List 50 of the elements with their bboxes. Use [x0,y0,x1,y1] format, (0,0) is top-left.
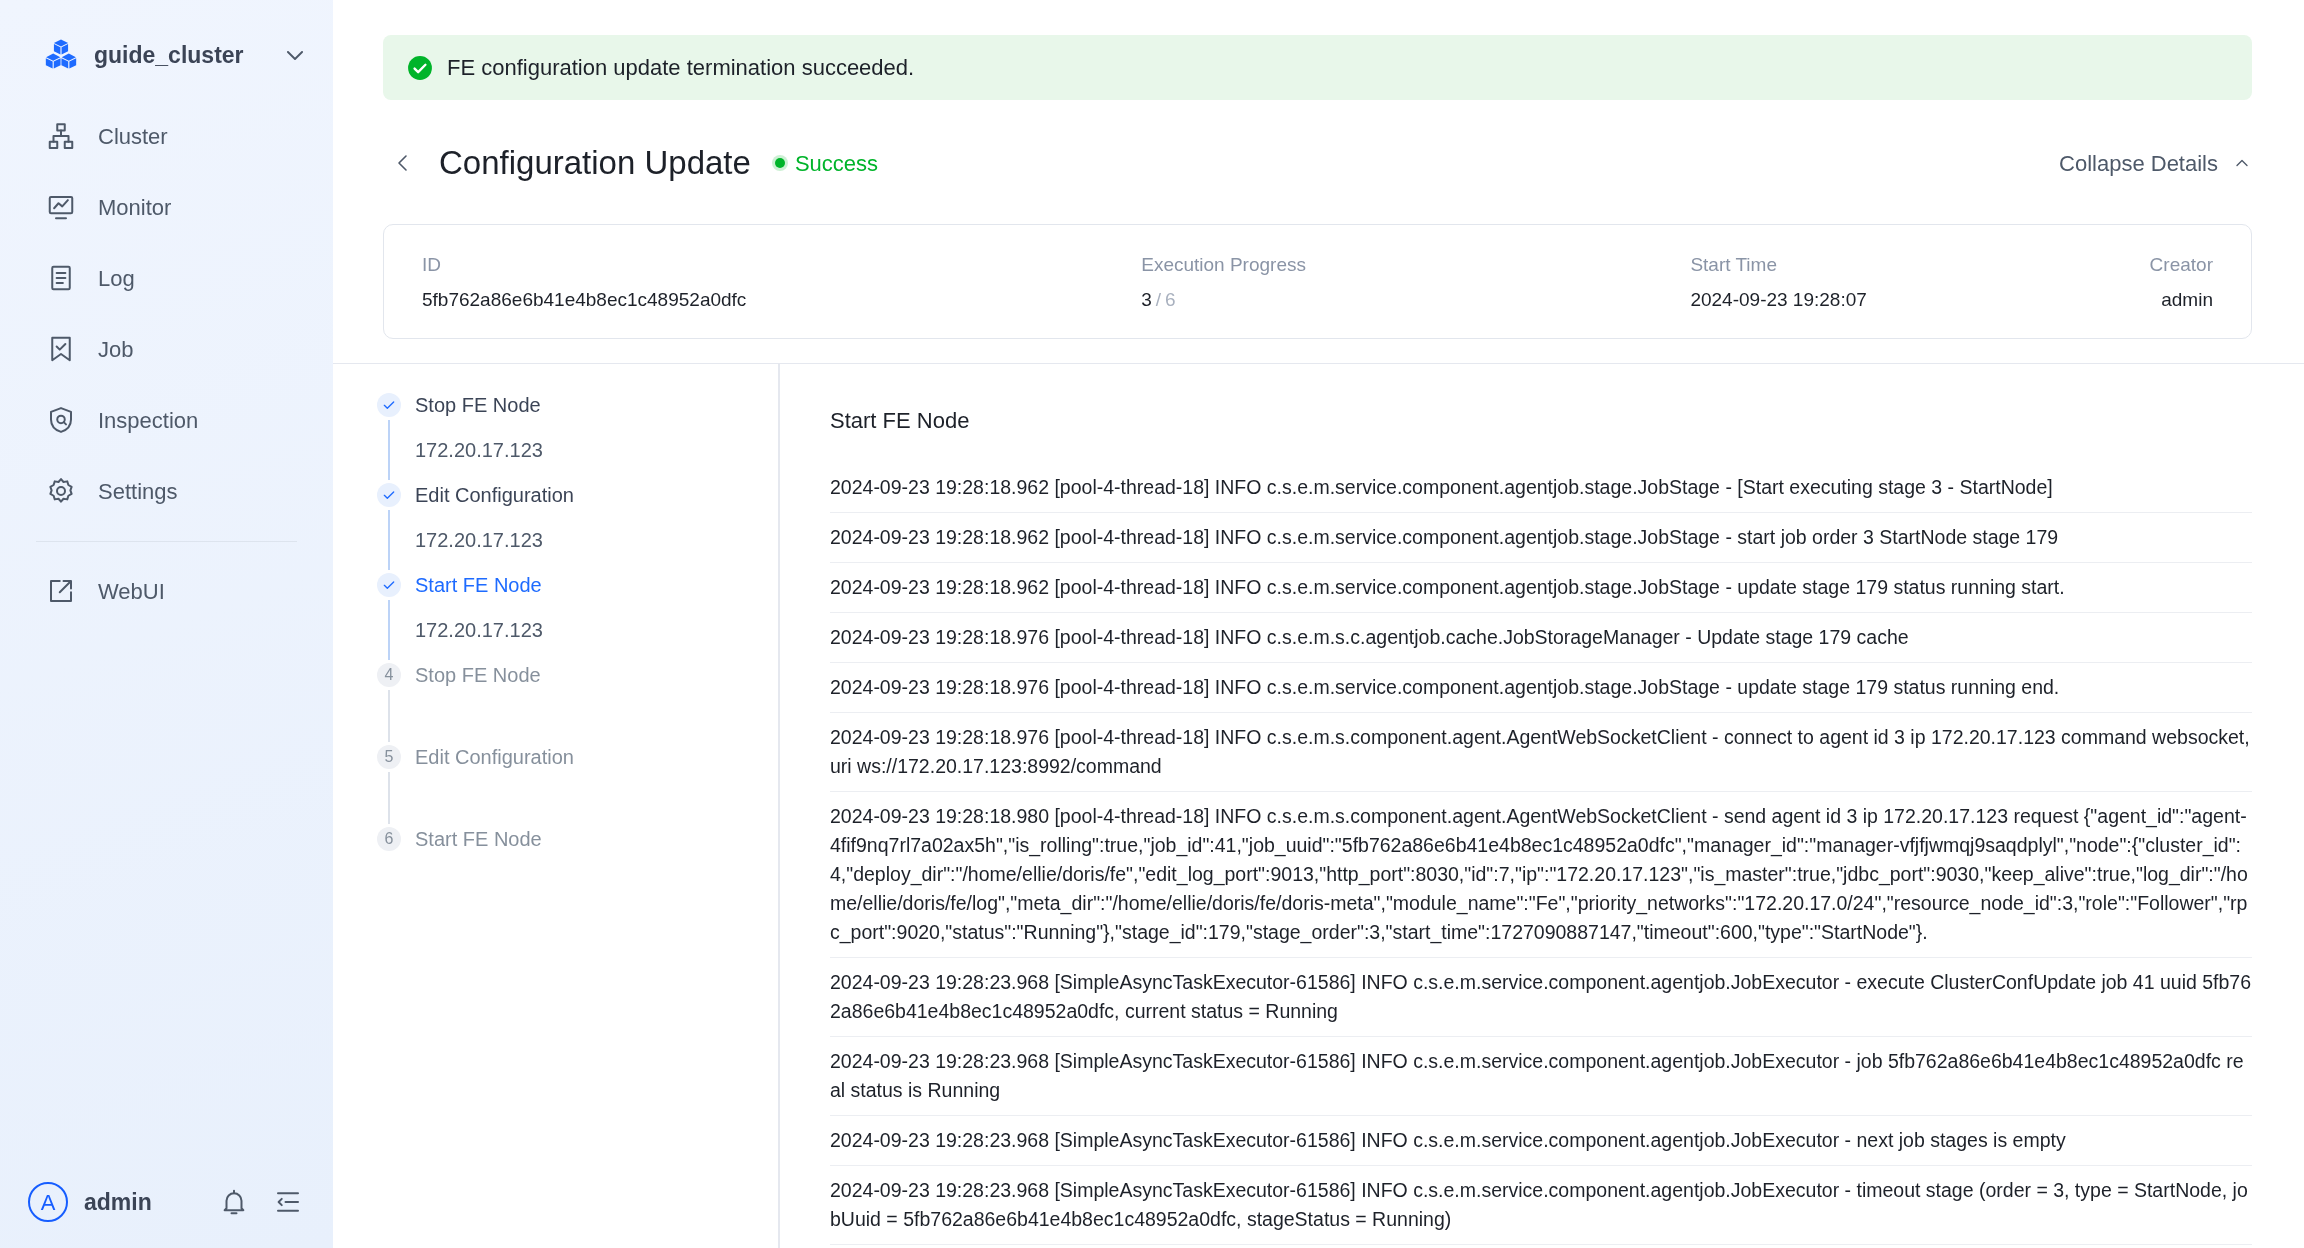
status-dot [774,158,785,168]
log-line: 2024-09-23 19:28:18.976 [pool-4-thread-18] INFO c.s.e.m.s.component.agent.AgentWebSocketClient - connect to agent id 3 ip 172.20.17.123 command websocket, uri ws://172.20.17.123:8992/command [830,713,2252,792]
nav-item[interactable]: WebUI [0,555,333,627]
field-value: 5fb762a86e6b41e4b8ec1c48952a0dfc [422,287,748,312]
host-address: 172.20.17.123 [415,618,544,643]
log-line: 2024-09-23 19:28:18.976 [pool-4-thread-18] INFO c.s.e.m.service.component.agentjob.stage.JobStage - update stage 179 status running end. [830,663,2252,713]
field-label: Creator [2149,253,2213,277]
log-line: 2024-09-23 19:28:23.968 [SimpleAsyncTaskExecutor-61586] INFO c.s.e.m.service.component.agentjob.JobExecutor - execute ClusterConfUpdate job 41 uuid 5fb762a86e6b41e4b8ec1c48952a0dfc, current status = Running [830,958,2252,1037]
step-item[interactable]: Start FE Node [377,570,778,600]
field-value: admin [2160,287,2213,312]
host-address: 172.20.17.123 [415,528,544,553]
nav-item[interactable]: Monitor [0,171,333,243]
page-title: Configuration Update [439,143,751,183]
status-label: Success [794,149,879,178]
cluster-selector[interactable]: guide_cluster [94,38,303,73]
nav-item[interactable]: Settings [0,455,333,527]
log-line: 2024-09-23 19:28:18.962 [pool-4-thread-18] INFO c.s.e.m.service.component.agentjob.stage.JobStage - start job order 3 StartNode stage 179 [830,513,2252,563]
collapse-details-button[interactable]: Collapse Details [2059,146,2252,180]
log-line: 2024-09-23 19:28:23.968 [SimpleAsyncTaskExecutor-61586] INFO c.s.e.m.service.component.agentjob.JobExecutor - job 5fb762a86e6b41e4b8ec1c48952a0dfc real status is Running [830,1037,2252,1116]
step-item[interactable]: 5 Edit Configuration [377,742,778,772]
step-item[interactable]: 6 Start FE Node [377,824,778,854]
log-title: Start FE Node [830,407,971,435]
field-label: Start Time [1690,253,1778,277]
nav-item[interactable]: Log [0,242,333,314]
nav-item[interactable]: Inspection [0,384,333,456]
step-item[interactable]: Stop FE Node [377,390,778,420]
log-line: 2024-09-23 19:28:18.980 [pool-4-thread-18] INFO c.s.e.m.s.component.agent.AgentWebSocketClient - send agent id 3 ip 172.20.17.123 request {"agent_id":"agent-4fif9nq7rl7a02ax5h","is_rolling":true,"job_id":41,"job_uuid":"5fb762a86e6b41e4b8ec1c48952a0dfc","manager_id":"manager-vfjfjwmqj9saqdplyl","node":{"cluster_id":4,"deploy_dir":"/home/ellie/doris/fe","edit_log_port":9013,"http_port":8030,"id":7,"ip":"172.20.17.123","is_master":true,"jdbc_port":9030,"keep_alive":true,"log_dir":"/home/ellie/doris/fe/log","meta_dir":"/home/ellie/doris/fe/doris-meta","module_name":"Fe","priority_networks":"172.20.17.0/24","resource_node_id":3,"role":"Follower","rpc_port":9020,"status":"Running"},"stage_id":179,"stage_order":3,"start_time":1727090887147,"timeout":600,"type":"StartNode"}. [830,792,2252,958]
step-item[interactable]: Edit Configuration [377,480,778,510]
host-address: 172.20.17.123 [415,438,544,463]
nav-item[interactable]: Cluster [0,100,333,172]
network-icon [46,121,76,151]
log-line: 2024-09-23 19:28:18.962 [pool-4-thread-18] INFO c.s.e.m.service.component.agentjob.stage.JobStage - update stage 179 status running start. [830,563,2252,613]
log-line: 2024-09-23 19:28:23.968 [SimpleAsyncTaskExecutor-61586] INFO c.s.e.m.service.component.agentjob.JobExecutor - next job stages is empty [830,1116,2252,1166]
field-value: 2024-09-23 19:28:07 [1690,287,1868,312]
nav-item[interactable]: Job [0,313,333,385]
check-circle-icon [407,54,433,81]
progress-value: 3 / 6 [1141,287,1177,312]
log-line: 2024-09-23 19:28:18.962 [pool-4-thread-18] INFO c.s.e.m.service.component.agentjob.stage.JobStage - [Start executing stage 3 - StartNode] [830,463,2252,513]
field-label: Execution Progress [1141,253,1307,277]
alert-message: FE configuration update termination succeeded. [447,54,915,82]
log-line: 2024-09-23 19:28:23.968 [SimpleAsyncTaskExecutor-61586] INFO c.s.e.m.service.component.agentjob.JobExecutor - timeout stage (order = 3, type = StartNode, jobUuid = 5fb762a86e6b41e4b8ec1c48952a0dfc, stageStatus = Running) [830,1166,2252,1245]
log-line: 2024-09-23 19:28:18.976 [pool-4-thread-18] INFO c.s.e.m.s.c.agentjob.cache.JobStorageManager - Update stage 179 cache [830,613,2252,663]
user-name: admin [84,1187,152,1217]
field-label: ID [422,253,442,277]
step-item[interactable]: 4 Stop FE Node [377,660,778,690]
chevron-down-icon [287,50,303,60]
step-number: 4 [377,663,401,687]
step-number: 6 [377,827,401,851]
avatar: A [28,1182,68,1222]
step-number: 5 [377,745,401,769]
